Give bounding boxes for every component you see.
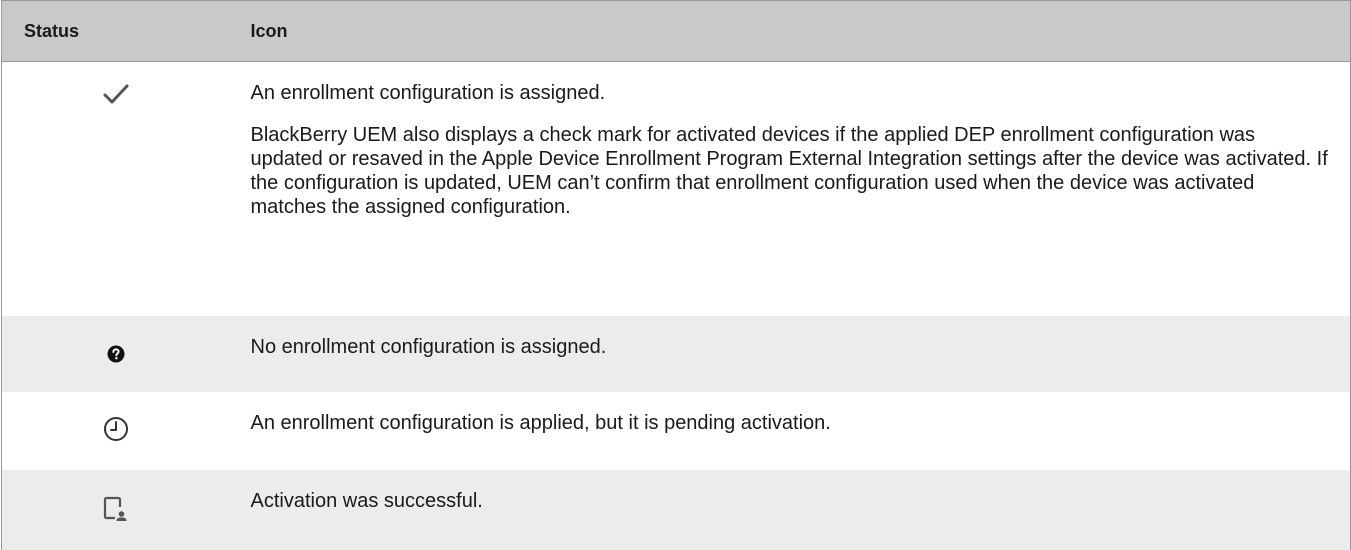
column-header-status: Status (1, 0, 231, 62)
table-row: An enrollment configuration is assigned.… (1, 61, 1351, 316)
status-table: Status Icon An enrollment configuration … (1, 0, 1351, 550)
table-row: An enrollment configuration is applied, … (1, 391, 1351, 470)
clock-icon (103, 416, 129, 448)
description-text: Activation was successful. (250, 489, 483, 512)
device-user-icon (102, 495, 130, 529)
description-text: An enrollment configuration is assigned. (250, 82, 606, 104)
table-row: Activation was successful. (1, 469, 1351, 550)
description-cell: An enrollment configuration is applied, … (230, 391, 1351, 470)
description-cell: Activation was successful. (230, 469, 1351, 550)
description-text: An enrollment configuration is applied, … (250, 411, 831, 434)
table-header-row: Status Icon (1, 0, 1351, 62)
description-text: No enrollment configuration is assigned. (250, 335, 607, 358)
description-text: BlackBerry UEM also displays a check mar… (250, 124, 1328, 218)
description-cell: An enrollment configuration is assigned.… (230, 61, 1351, 316)
question-mark-circle-icon (107, 345, 125, 369)
status-icon-cell (1, 61, 231, 316)
status-icon-cell (1, 315, 231, 392)
status-icon-cell (1, 391, 231, 470)
column-header-icon: Icon (230, 0, 1351, 62)
description-cell: No enrollment configuration is assigned. (230, 315, 1351, 392)
status-icon-cell (1, 469, 231, 550)
table-row: No enrollment configuration is assigned. (1, 315, 1351, 392)
check-mark-icon (103, 83, 129, 111)
